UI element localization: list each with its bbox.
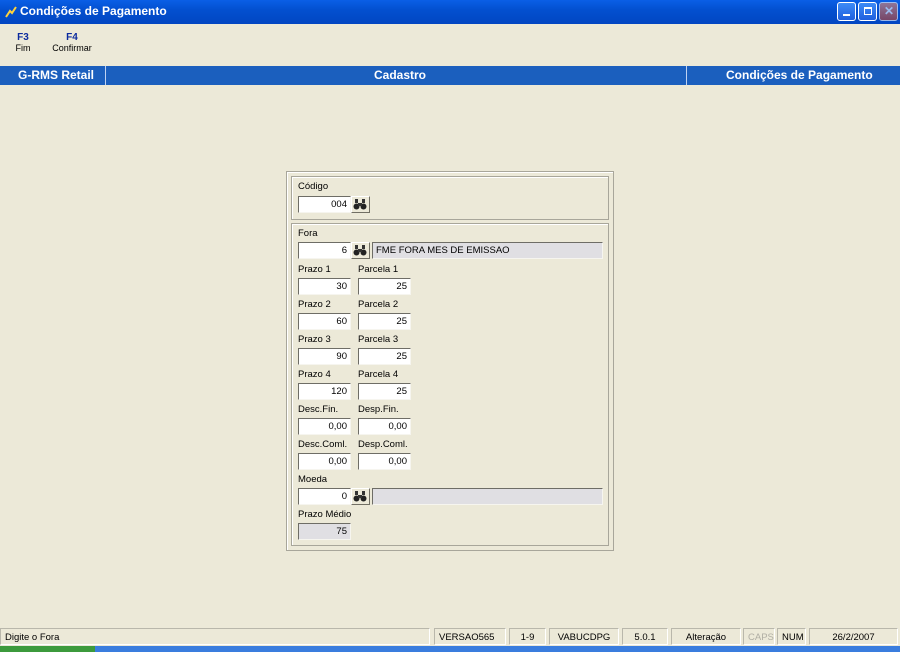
module-name: Cadastro xyxy=(374,68,427,82)
moeda-description xyxy=(372,488,603,505)
parcela1-field[interactable]: 25 xyxy=(358,278,411,295)
parametros-group: Fora 6 FME FORA MES DE EMISSAO Prazo 1 P… xyxy=(291,223,609,546)
binoculars-icon xyxy=(353,491,367,502)
prazo4-field[interactable]: 120 xyxy=(298,383,351,400)
parcela4-label: Parcela 4 xyxy=(358,369,399,380)
restore-button[interactable] xyxy=(858,2,877,21)
shortcut-key: F4 xyxy=(66,32,78,43)
app-name: G-RMS Retail xyxy=(18,68,95,82)
f3-fim-button[interactable]: F3 Fim xyxy=(12,32,34,53)
prazo4-label: Prazo 4 xyxy=(298,369,331,380)
binoculars-icon xyxy=(353,245,367,256)
fora-search-button[interactable] xyxy=(351,242,370,259)
status-date: 26/2/2007 xyxy=(809,628,898,645)
status-build: 5.0.1 xyxy=(622,628,668,645)
close-button[interactable]: ✕ xyxy=(879,2,898,21)
close-icon: ✕ xyxy=(884,4,895,18)
fora-label: Fora xyxy=(298,228,318,239)
status-message: Digite o Fora xyxy=(0,628,430,645)
prazo2-label: Prazo 2 xyxy=(298,299,331,310)
desccoml-field[interactable]: 0,00 xyxy=(298,453,351,470)
start-button-edge[interactable] xyxy=(0,646,95,652)
screen-name: Condições de Pagamento xyxy=(726,68,873,82)
status-caps: CAPS xyxy=(743,628,775,645)
codigo-label: Código xyxy=(298,181,329,192)
shortcut-key: F3 xyxy=(17,32,29,43)
prazo1-label: Prazo 1 xyxy=(298,264,331,275)
divider xyxy=(686,66,687,85)
despfin-label: Desp.Fin. xyxy=(358,404,399,415)
app-icon xyxy=(5,6,17,18)
despfin-field[interactable]: 0,00 xyxy=(358,418,411,435)
status-bar: Digite o Fora VERSAO565 1-9 VABUCDPG 5.0… xyxy=(0,627,900,646)
prazo-medio-field: 75 xyxy=(298,523,351,540)
parcela2-label: Parcela 2 xyxy=(358,299,399,310)
fora-description: FME FORA MES DE EMISSAO xyxy=(372,242,603,259)
taskbar-strip xyxy=(0,646,900,652)
minimize-button[interactable] xyxy=(837,2,856,21)
window-title: Condições de Pagamento xyxy=(20,4,167,18)
codigo-group: Código 004 xyxy=(291,176,609,220)
moeda-search-button[interactable] xyxy=(351,488,370,505)
fora-field[interactable]: 6 xyxy=(298,242,351,259)
title-bar: Condições de Pagamento ✕ xyxy=(0,0,900,24)
codigo-field[interactable]: 004 xyxy=(298,196,351,213)
despcoml-field[interactable]: 0,00 xyxy=(358,453,411,470)
descfin-label: Desc.Fin. xyxy=(298,404,339,415)
prazo3-field[interactable]: 90 xyxy=(298,348,351,365)
toolbar-label: Confirmar xyxy=(52,43,92,53)
divider xyxy=(105,66,106,85)
minimize-icon xyxy=(843,14,850,16)
toolbar-label: Fim xyxy=(15,43,31,53)
descfin-field[interactable]: 0,00 xyxy=(298,418,351,435)
parcela2-field[interactable]: 25 xyxy=(358,313,411,330)
codigo-search-button[interactable] xyxy=(351,196,370,213)
prazo1-field[interactable]: 30 xyxy=(298,278,351,295)
f4-confirmar-button[interactable]: F4 Confirmar xyxy=(50,32,94,53)
restore-icon xyxy=(864,7,872,15)
toolbar: F3 Fim F4 Confirmar xyxy=(0,24,900,66)
status-version: VERSAO565 xyxy=(434,628,506,645)
prazo2-field[interactable]: 60 xyxy=(298,313,351,330)
status-mode: Alteração xyxy=(671,628,741,645)
parcela4-field[interactable]: 25 xyxy=(358,383,411,400)
status-program: VABUCDPG xyxy=(549,628,619,645)
moeda-field[interactable]: 0 xyxy=(298,488,351,505)
status-range: 1-9 xyxy=(509,628,546,645)
parcela1-label: Parcela 1 xyxy=(358,264,399,275)
moeda-label: Moeda xyxy=(298,474,328,485)
prazo-medio-label: Prazo Médio xyxy=(298,509,352,520)
parcela3-field[interactable]: 25 xyxy=(358,348,411,365)
binoculars-icon xyxy=(353,199,367,210)
status-num: NUM xyxy=(777,628,806,645)
despcoml-label: Desp.Coml. xyxy=(358,439,408,450)
form-panel: Código 004 Fora 6 FME FORA MES DE EMISSA… xyxy=(286,171,614,551)
module-header: G-RMS Retail Cadastro Condições de Pagam… xyxy=(0,66,900,85)
desccoml-label: Desc.Coml. xyxy=(298,439,348,450)
parcela3-label: Parcela 3 xyxy=(358,334,399,345)
prazo3-label: Prazo 3 xyxy=(298,334,331,345)
